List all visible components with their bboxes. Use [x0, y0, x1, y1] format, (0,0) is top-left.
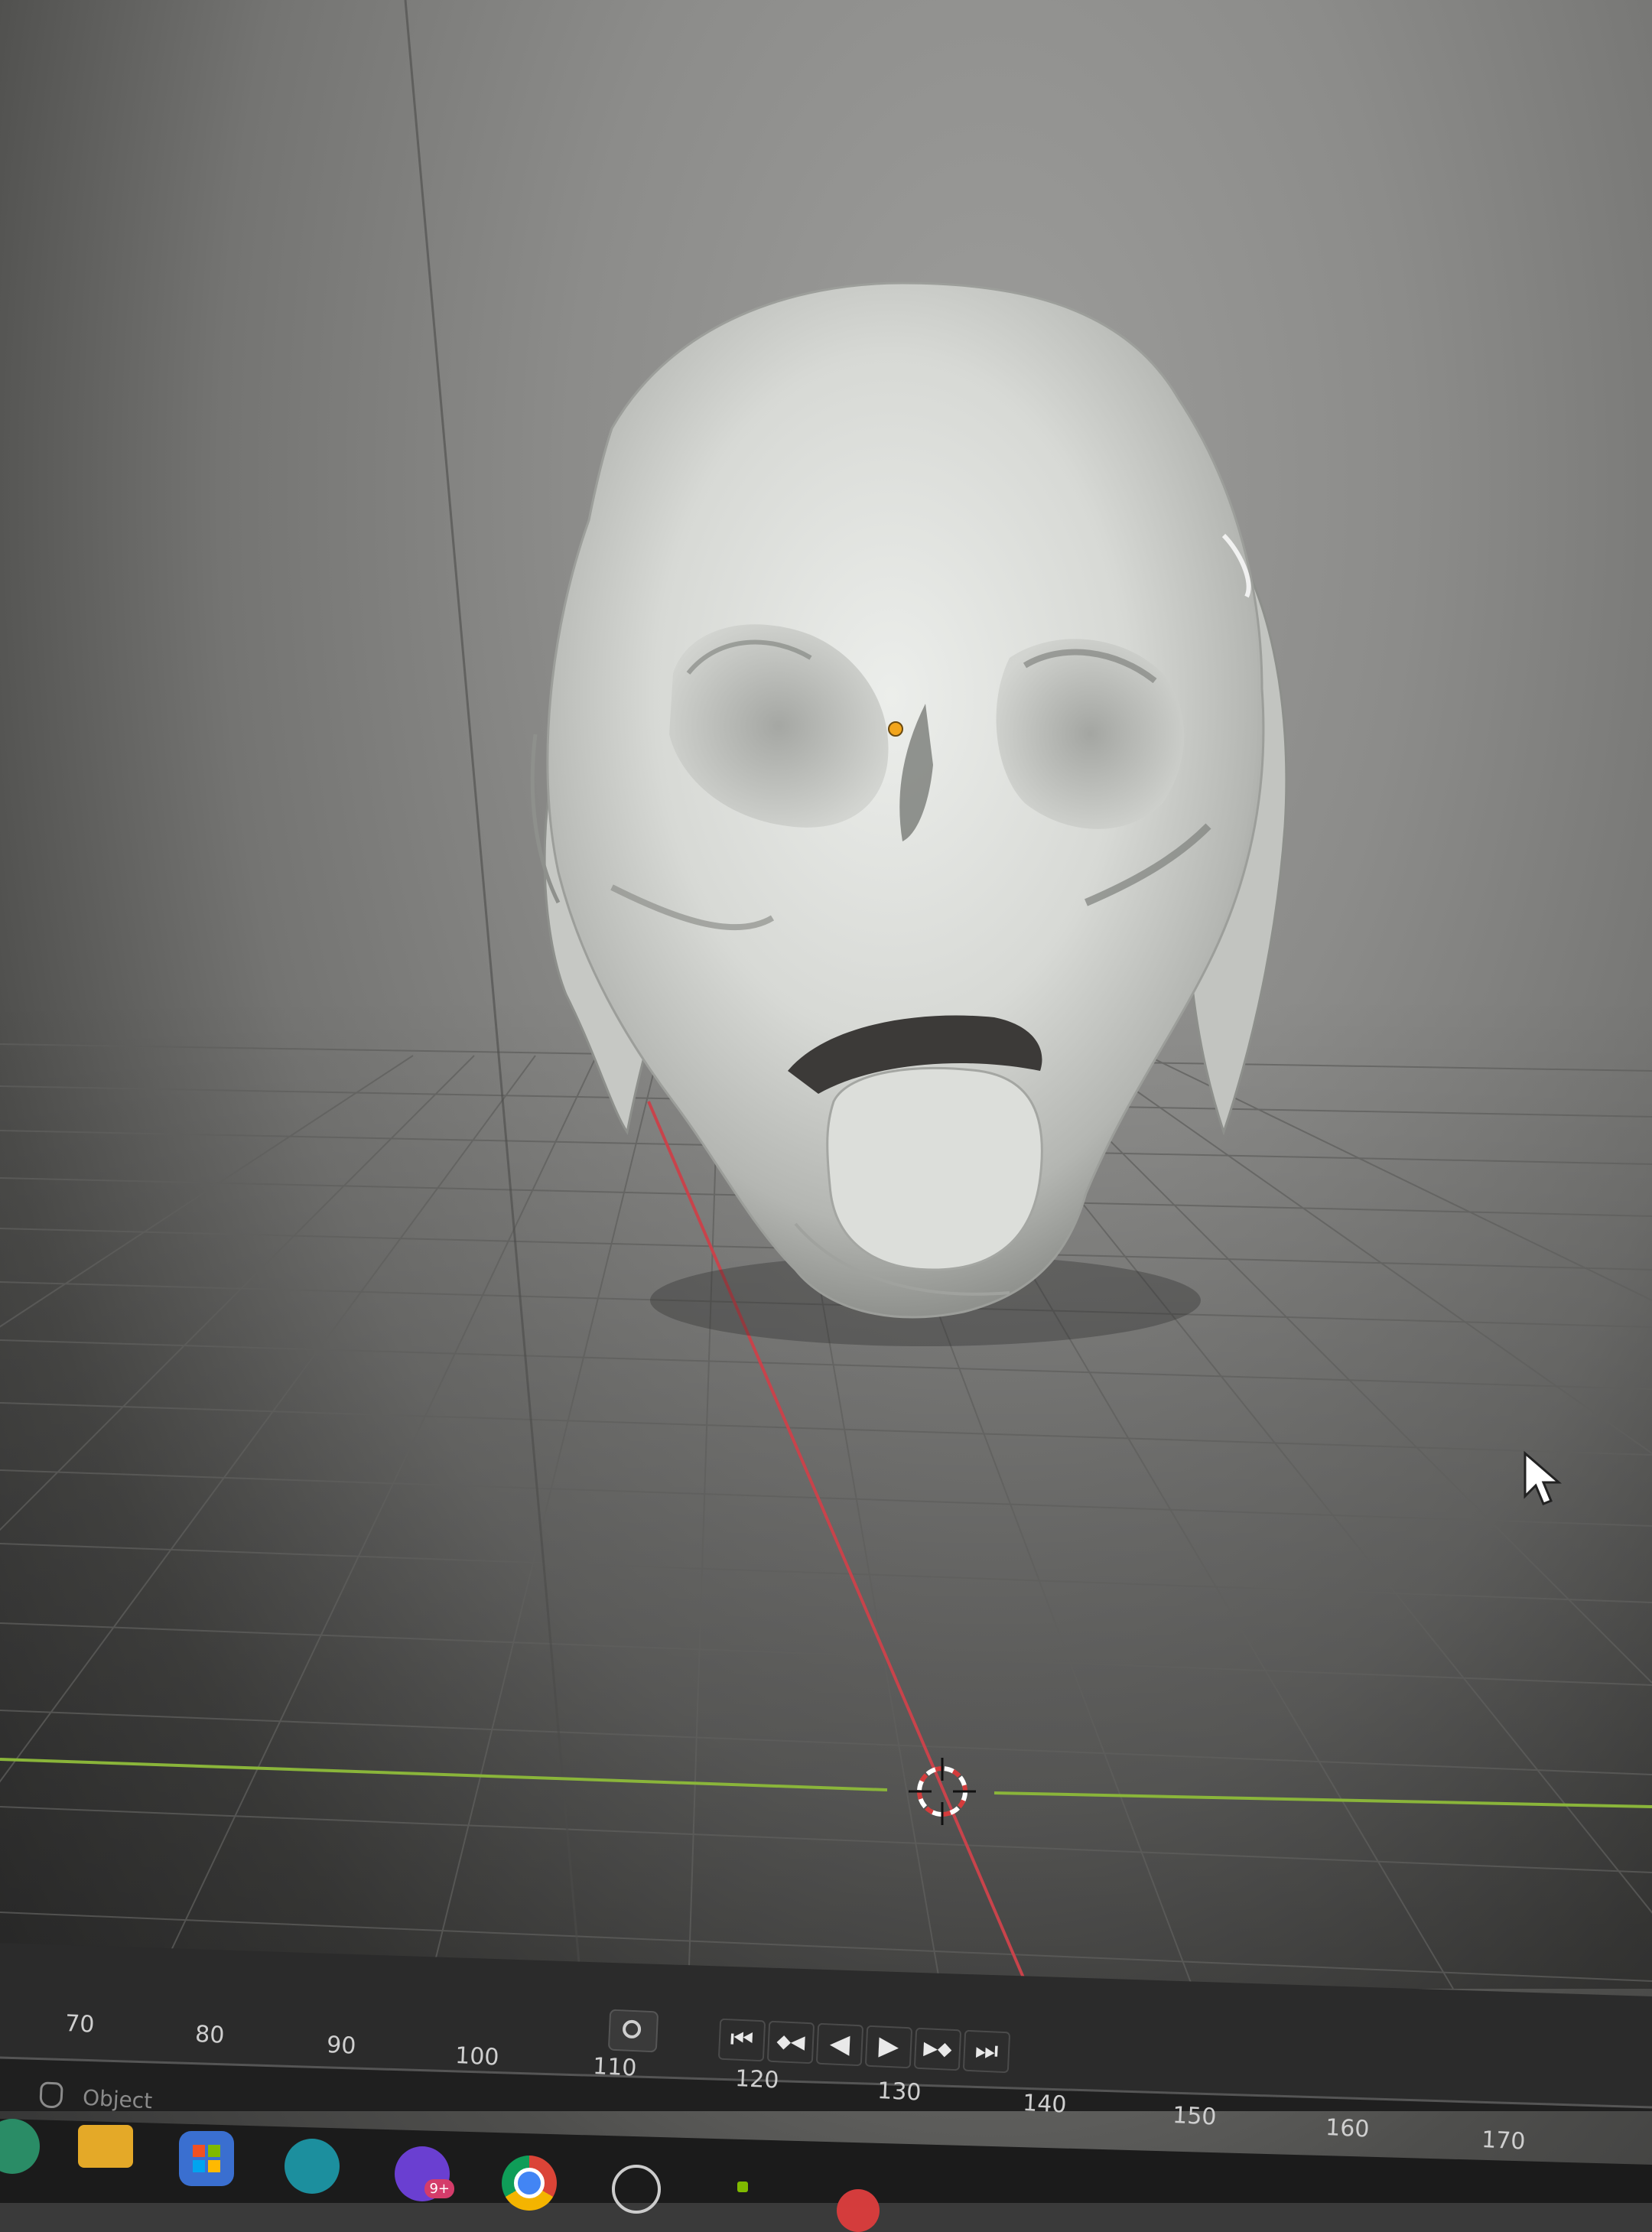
play-reverse-button[interactable]: ◀	[815, 2022, 864, 2067]
app-icon-2[interactable]	[737, 2182, 748, 2192]
play-button[interactable]: ▶	[864, 2025, 913, 2069]
frame-tick-70: 70	[64, 2010, 96, 2038]
3d-viewport[interactable]	[0, 0, 1652, 2203]
mode-label: Object	[82, 2084, 154, 2114]
mouse-icon	[39, 2081, 63, 2109]
edge-icon[interactable]	[285, 2139, 340, 2194]
next-keyframe-button[interactable]: ▶◆	[913, 2027, 962, 2071]
store-icon[interactable]	[179, 2131, 234, 2186]
jump-to-start-button[interactable]: ⏮	[717, 2018, 766, 2062]
copilot-icon[interactable]: 9+	[395, 2146, 454, 2201]
mouse-pointer-icon	[1524, 1450, 1563, 1505]
frame-tick-130: 130	[876, 2077, 922, 2107]
settings-icon[interactable]	[612, 2165, 661, 2214]
frame-tick-90: 90	[326, 2032, 357, 2060]
jump-to-end-button[interactable]: ⏭	[962, 2029, 1011, 2074]
frame-tick-140: 140	[1022, 2090, 1068, 2119]
record-keyframe-button[interactable]	[607, 2009, 659, 2053]
viewport-canvas[interactable]	[0, 0, 1652, 2203]
frame-tick-120: 120	[734, 2065, 780, 2094]
frame-tick-100: 100	[454, 2042, 500, 2071]
app-icon-3[interactable]	[837, 2189, 880, 2232]
frame-tick-110: 110	[592, 2053, 638, 2082]
file-explorer-icon[interactable]	[78, 2125, 133, 2168]
copilot-badge: 9+	[424, 2179, 454, 2198]
chrome-icon[interactable]	[502, 2156, 557, 2211]
taskbar	[0, 2119, 1652, 2203]
previous-keyframe-button[interactable]: ◆◀	[766, 2020, 815, 2064]
object-origin-point	[888, 721, 903, 737]
frame-tick-80: 80	[194, 2021, 226, 2049]
